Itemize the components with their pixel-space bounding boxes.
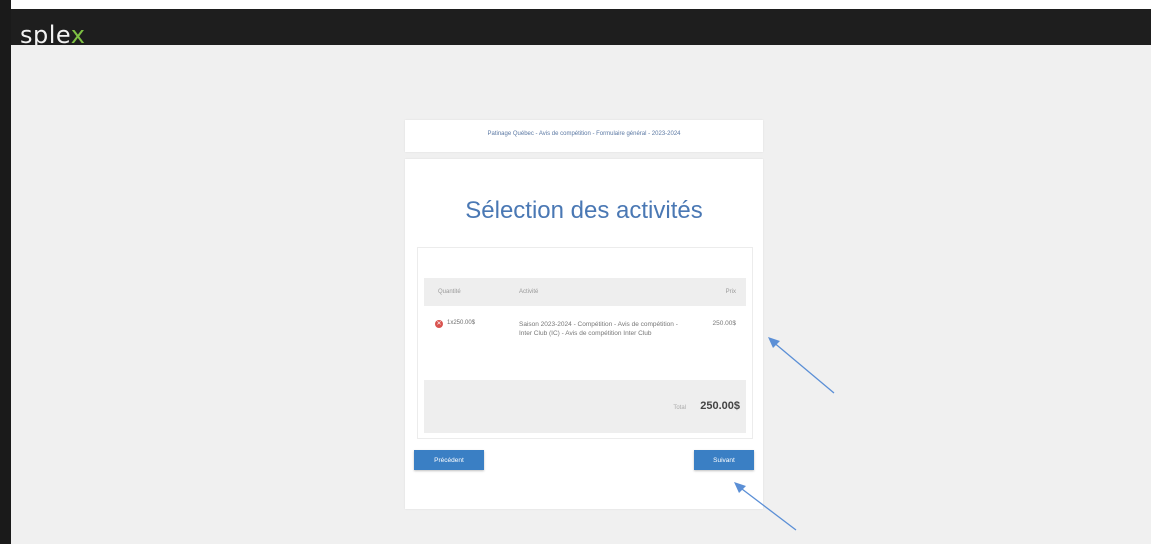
total-value: 250.00$ bbox=[700, 400, 740, 412]
form-header: Patinage Québec - Avis de compétition - … bbox=[405, 120, 763, 152]
arrow-annotation-icon bbox=[768, 337, 835, 394]
screen-left-border bbox=[0, 0, 11, 544]
activity-selection-card: Sélection des activités Quantité Activit… bbox=[405, 159, 763, 509]
row-price: 250.00$ bbox=[712, 320, 737, 327]
column-header-quantity: Quantité bbox=[438, 289, 461, 295]
row-activity: Saison 2023-2024 - Compétition - Avis de… bbox=[519, 321, 678, 337]
total-label: Total bbox=[673, 405, 686, 411]
breadcrumb: Patinage Québec - Avis de compétition - … bbox=[487, 131, 681, 137]
column-header-activity: Activité bbox=[519, 289, 539, 295]
row-quantity: 1x250.00$ bbox=[447, 320, 476, 326]
page-title: Sélection des activités bbox=[465, 197, 703, 224]
remove-circle-icon[interactable]: ✕ bbox=[435, 320, 443, 328]
screen-top-margin bbox=[0, 0, 1151, 9]
arrow-annotation-icon bbox=[734, 482, 797, 531]
column-header-price: Prix bbox=[725, 289, 736, 295]
top-navigation-bar: splex bbox=[0, 9, 1151, 49]
total-summary: Total 250.00$ bbox=[424, 380, 746, 433]
next-button[interactable]: Suivant bbox=[694, 450, 754, 470]
cart-panel: Quantité Activité Prix ✕ 1x250.00$ Saiso… bbox=[417, 247, 753, 439]
previous-button[interactable]: Précédent bbox=[414, 450, 484, 470]
table-row: ✕ 1x250.00$ Saison 2023-2024 - Compétiti… bbox=[424, 310, 746, 372]
table-header: Quantité Activité Prix bbox=[424, 278, 746, 306]
